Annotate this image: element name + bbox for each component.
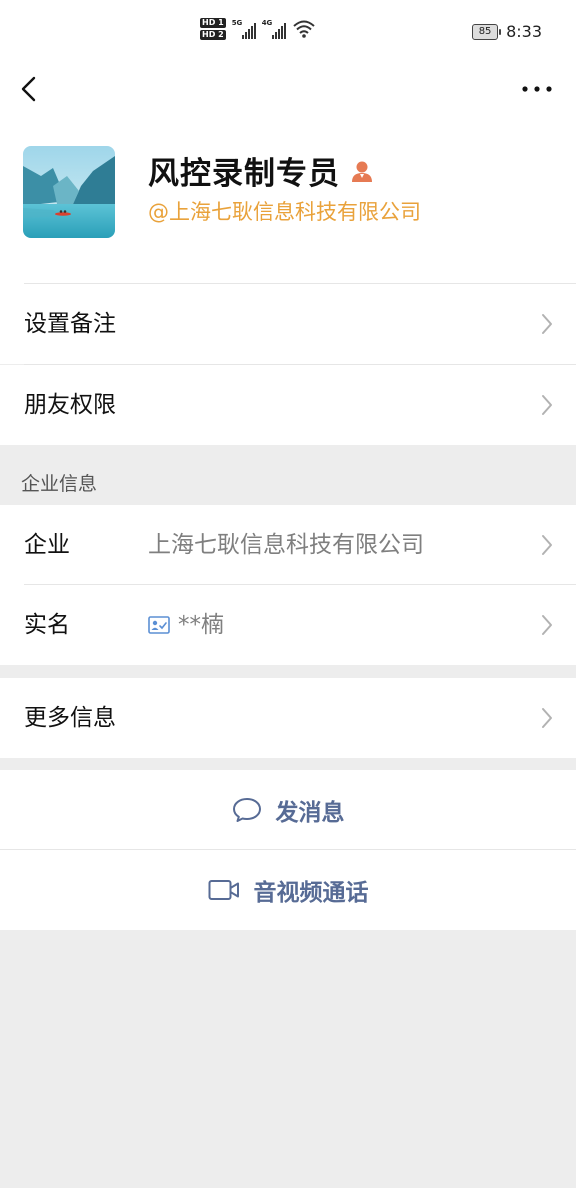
chevron-right-icon	[542, 708, 552, 728]
video-call-label: 音视频通话	[253, 880, 369, 906]
hd2-badge: HD 2	[200, 30, 226, 40]
video-camera-icon	[208, 880, 239, 900]
id-card-icon	[148, 616, 170, 634]
enterprise-row[interactable]: 企业 上海七耿信息科技有限公司	[0, 505, 576, 585]
wifi-icon	[293, 20, 315, 38]
friend-permission-label: 朋友权限	[24, 392, 116, 418]
signal-4g-label: 4G	[261, 19, 273, 27]
avatar[interactable]	[23, 146, 115, 238]
signal-4g-icon: 4G	[262, 19, 286, 39]
chevron-right-icon	[542, 395, 552, 415]
name-row: 风控录制专员	[148, 148, 374, 193]
friend-permission-row[interactable]: 朋友权限	[0, 365, 576, 445]
enterprise-person-icon	[352, 161, 372, 182]
nav-bar	[0, 64, 576, 114]
battery-icon: 85	[472, 23, 502, 40]
signal-5g-label: 5G	[231, 19, 243, 27]
enterprise-label: 企业	[24, 532, 70, 558]
enterprise-value-text: 上海七耿信息科技有限公司	[148, 532, 424, 558]
contact-name: 风控录制专员	[148, 156, 340, 192]
chevron-right-icon	[542, 535, 552, 555]
clock: 8:33	[506, 22, 542, 41]
network-indicators: HD 1 HD 2 5G 4G	[200, 18, 316, 40]
more-options-icon[interactable]	[520, 74, 554, 104]
back-arrow-icon[interactable]	[16, 74, 46, 104]
set-remark-label: 设置备注	[24, 311, 116, 337]
hd-indicators: HD 1 HD 2	[200, 18, 226, 40]
chevron-right-icon	[542, 314, 552, 334]
chevron-right-icon	[542, 615, 552, 635]
status-bar: HD 1 HD 2 5G 4G 85 8:33	[0, 0, 576, 64]
realname-value-text: **楠	[178, 612, 224, 638]
chat-bubble-icon	[232, 798, 261, 822]
send-message-label: 发消息	[275, 800, 345, 826]
status-right: 85 8:33	[472, 22, 542, 41]
realname-value: **楠	[148, 585, 224, 665]
profile-header: 风控录制专员 @上海七耿信息科技有限公司	[0, 114, 576, 284]
enterprise-value: 上海七耿信息科技有限公司	[148, 505, 424, 585]
more-info-row[interactable]: 更多信息	[0, 678, 576, 758]
avatar-image	[23, 146, 115, 238]
enterprise-section-title: 企业信息	[21, 473, 98, 495]
company-tag[interactable]: @上海七耿信息科技有限公司	[148, 196, 421, 226]
more-info-label: 更多信息	[24, 705, 116, 731]
realname-row[interactable]: 实名 **楠	[0, 585, 576, 665]
video-call-button[interactable]: 音视频通话	[0, 850, 576, 930]
signal-5g-icon: 5G	[232, 19, 256, 39]
set-remark-row[interactable]: 设置备注	[0, 284, 576, 364]
send-message-button[interactable]: 发消息	[0, 770, 576, 850]
hd1-badge: HD 1	[200, 18, 226, 28]
enterprise-section-header: 企业信息	[0, 445, 576, 505]
realname-label: 实名	[24, 612, 70, 638]
